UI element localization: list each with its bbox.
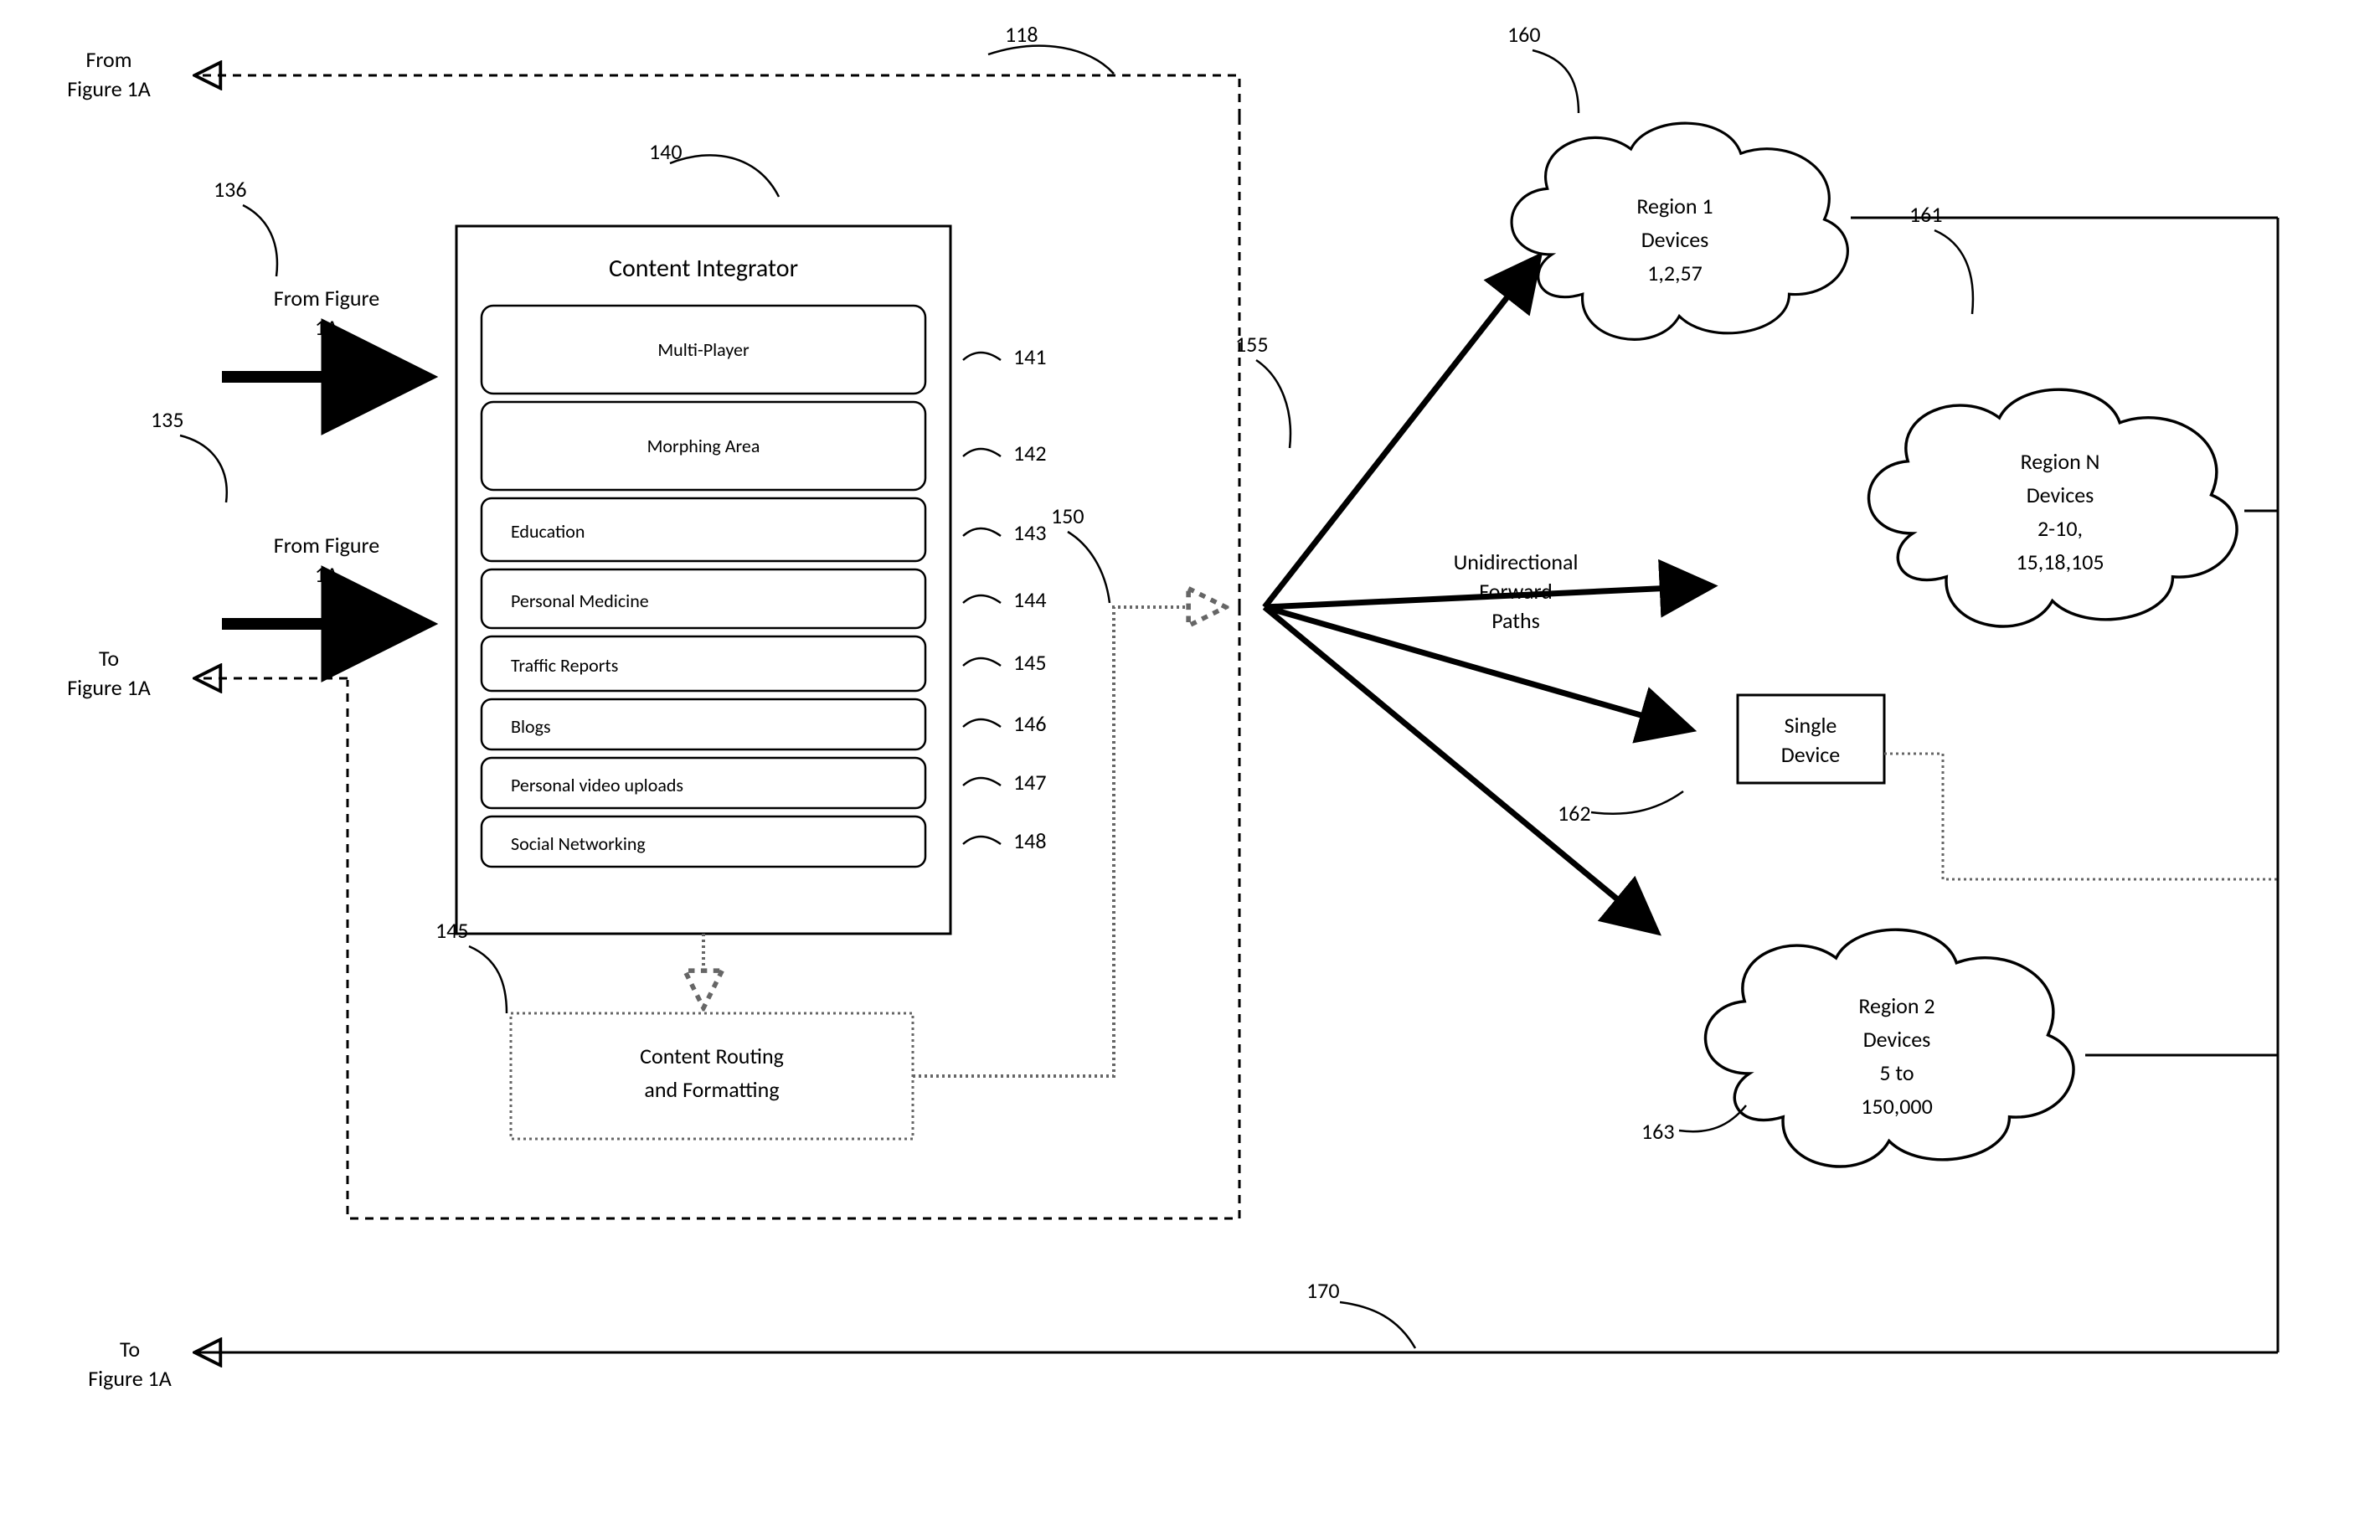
ref-135: 135 xyxy=(151,406,184,433)
ref-118: 118 xyxy=(1005,21,1038,48)
row-label-2: Education xyxy=(511,520,585,543)
cloud2-l3: 5 to xyxy=(1879,1059,1914,1086)
caption-from-fig-top-1: From xyxy=(85,46,131,73)
caption-from-fig-top-2: Figure 1A xyxy=(67,75,151,102)
cloud2-l2: Devices xyxy=(1863,1026,1931,1053)
diagram-canvas: From Figure 1A 118 136 From Figure 1A 13… xyxy=(0,0,2380,1540)
row-label-6: Personal video uploads xyxy=(511,774,683,796)
ref-147: 147 xyxy=(1013,769,1047,796)
ref-145a: 145 xyxy=(1013,649,1047,676)
leader-150 xyxy=(1068,532,1110,603)
row-label-3: Personal Medicine xyxy=(511,590,649,612)
ref-140: 140 xyxy=(649,138,683,165)
cloudN-l2: Devices xyxy=(2027,482,2094,508)
cloud1-l3: 1,2,57 xyxy=(1647,260,1703,286)
leader-145b xyxy=(469,946,507,1013)
ref-143: 143 xyxy=(1013,519,1047,546)
routing-title-1: Content Routing xyxy=(640,1043,784,1069)
caption-to-fig-bot-2: Figure 1A xyxy=(88,1365,172,1392)
ref-160: 160 xyxy=(1507,21,1541,48)
ref-162: 162 xyxy=(1558,800,1591,827)
leader-144 xyxy=(963,595,1001,603)
path-150 xyxy=(913,607,1223,1076)
leader-155 xyxy=(1256,360,1290,448)
leader-143 xyxy=(963,528,1001,536)
leader-140 xyxy=(670,155,779,197)
leader-141 xyxy=(963,353,1001,360)
path-118 xyxy=(197,75,1239,117)
caption-136-2: 1A xyxy=(315,314,338,341)
cloud2-l1: Region 2 xyxy=(1858,992,1934,1019)
caption-to-fig-mid-1: To xyxy=(99,645,119,672)
single-device-l2: Device xyxy=(1781,741,1840,768)
caption-to-fig-bot-1: To xyxy=(120,1336,140,1362)
cloud1-l1: Region 1 xyxy=(1636,193,1713,219)
row-label-1: Morphing Area xyxy=(647,435,760,457)
caption-135-1: From Figure xyxy=(274,532,379,559)
ref-170: 170 xyxy=(1306,1277,1340,1304)
leader-161 xyxy=(1934,230,1973,314)
ref-155: 155 xyxy=(1235,331,1269,358)
leader-162 xyxy=(1591,791,1683,814)
ref-150: 150 xyxy=(1051,502,1084,529)
cloud2-l4: 150,000 xyxy=(1861,1093,1933,1120)
cloudN-l3: 2-10, xyxy=(2037,515,2083,542)
ref-161: 161 xyxy=(1909,201,1943,228)
single-device-l1: Single xyxy=(1785,712,1837,739)
routing-title-2: and Formatting xyxy=(644,1076,779,1103)
leader-148 xyxy=(963,837,1001,844)
ref-142: 142 xyxy=(1013,440,1047,466)
single-device xyxy=(1738,695,1884,783)
caption-to-fig-mid-2: Figure 1A xyxy=(67,674,151,701)
forward-title-2: Forward xyxy=(1479,578,1553,605)
leader-135 xyxy=(180,435,227,502)
cloudN-l4: 15,18,105 xyxy=(2016,549,2104,575)
leader-145a xyxy=(963,658,1001,666)
forward-title-3: Paths xyxy=(1491,607,1540,634)
forward-title-1: Unidirectional xyxy=(1454,549,1579,575)
leader-170 xyxy=(1340,1302,1415,1348)
bus-from-single xyxy=(1884,754,2278,879)
caption-135-2: 1A xyxy=(315,561,338,588)
ref-144: 144 xyxy=(1013,586,1047,613)
ref-141: 141 xyxy=(1013,343,1047,370)
leader-147 xyxy=(963,778,1001,785)
cloudN-l1: Region N xyxy=(2021,448,2100,475)
caption-136-1: From Figure xyxy=(274,285,379,312)
ref-146: 146 xyxy=(1013,710,1047,737)
row-label-7: Social Networking xyxy=(511,832,646,855)
integrator-title: Content Integrator xyxy=(609,253,798,284)
ref-148: 148 xyxy=(1013,827,1047,854)
leader-136 xyxy=(243,205,277,276)
cloud1-l2: Devices xyxy=(1641,226,1709,253)
row-label-5: Blogs xyxy=(511,715,551,738)
row-label-4: Traffic Reports xyxy=(511,654,618,677)
leader-146 xyxy=(963,719,1001,727)
ref-145b: 145 xyxy=(435,917,469,944)
ref-163: 163 xyxy=(1641,1118,1675,1145)
leader-160 xyxy=(1533,50,1579,113)
ref-136: 136 xyxy=(214,176,247,203)
leader-142 xyxy=(963,449,1001,456)
row-label-0: Multi-Player xyxy=(657,338,750,361)
leader-163 xyxy=(1679,1105,1746,1131)
leader-118 xyxy=(988,46,1114,74)
